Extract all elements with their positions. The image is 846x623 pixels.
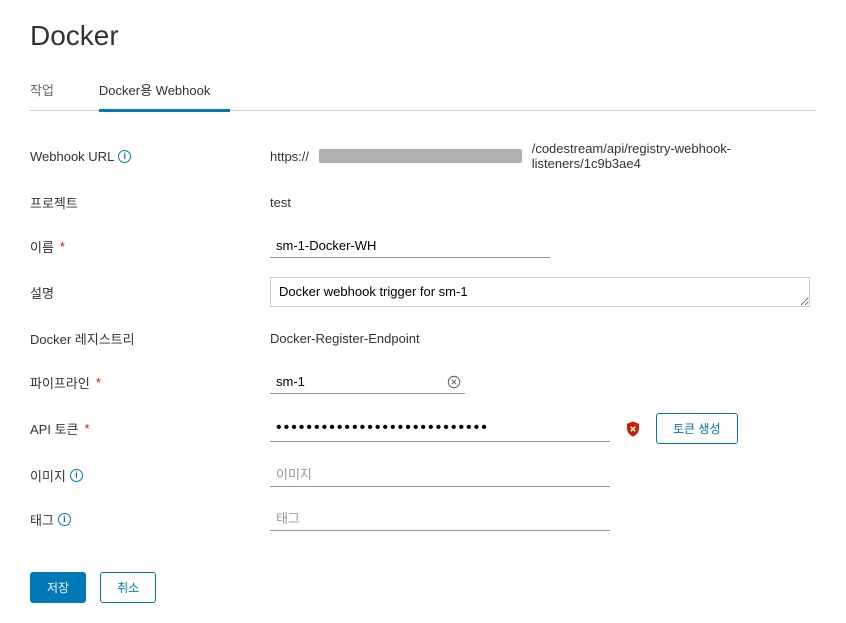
button-row: 저장 취소 bbox=[30, 572, 816, 603]
shield-error-icon bbox=[624, 420, 642, 438]
clear-icon[interactable] bbox=[443, 375, 465, 389]
description-input[interactable]: Docker webhook trigger for sm-1 bbox=[270, 277, 810, 307]
webhook-url-value: https:// /codestream/api/registry-webhoo… bbox=[270, 141, 816, 171]
info-icon[interactable]: i bbox=[58, 513, 71, 526]
page-title: Docker bbox=[30, 20, 816, 52]
name-label: 이름* bbox=[30, 237, 270, 256]
tabs: 작업 Docker용 Webhook bbox=[30, 72, 816, 111]
name-input[interactable] bbox=[270, 234, 550, 258]
registry-value: Docker-Register-Endpoint bbox=[270, 331, 816, 346]
description-label: 설명 bbox=[30, 283, 270, 302]
api-token-label: API 토큰* bbox=[30, 419, 270, 438]
image-input[interactable] bbox=[270, 463, 610, 487]
project-label: 프로젝트 bbox=[30, 193, 270, 212]
image-label: 이미지 i bbox=[30, 466, 270, 485]
pipeline-field bbox=[270, 370, 465, 394]
tag-label: 태그 i bbox=[30, 510, 270, 529]
api-token-input[interactable] bbox=[270, 415, 610, 442]
info-icon[interactable]: i bbox=[70, 469, 83, 482]
tab-docker-webhook[interactable]: Docker용 Webhook bbox=[99, 72, 230, 112]
save-button[interactable]: 저장 bbox=[30, 572, 86, 603]
tag-input[interactable] bbox=[270, 507, 610, 531]
tab-actions[interactable]: 작업 bbox=[30, 72, 74, 110]
project-value: test bbox=[270, 195, 816, 210]
webhook-form: Webhook URL i https:// /codestream/api/r… bbox=[30, 141, 816, 603]
info-icon[interactable]: i bbox=[118, 150, 131, 163]
webhook-url-label: Webhook URL i bbox=[30, 149, 270, 164]
cancel-button[interactable]: 취소 bbox=[100, 572, 156, 603]
generate-token-button[interactable]: 토큰 생성 bbox=[656, 413, 738, 444]
registry-label: Docker 레지스트리 bbox=[30, 329, 270, 348]
pipeline-label: 파이프라인* bbox=[30, 373, 270, 392]
pipeline-input[interactable] bbox=[270, 370, 443, 393]
webhook-url-redacted bbox=[319, 149, 522, 163]
